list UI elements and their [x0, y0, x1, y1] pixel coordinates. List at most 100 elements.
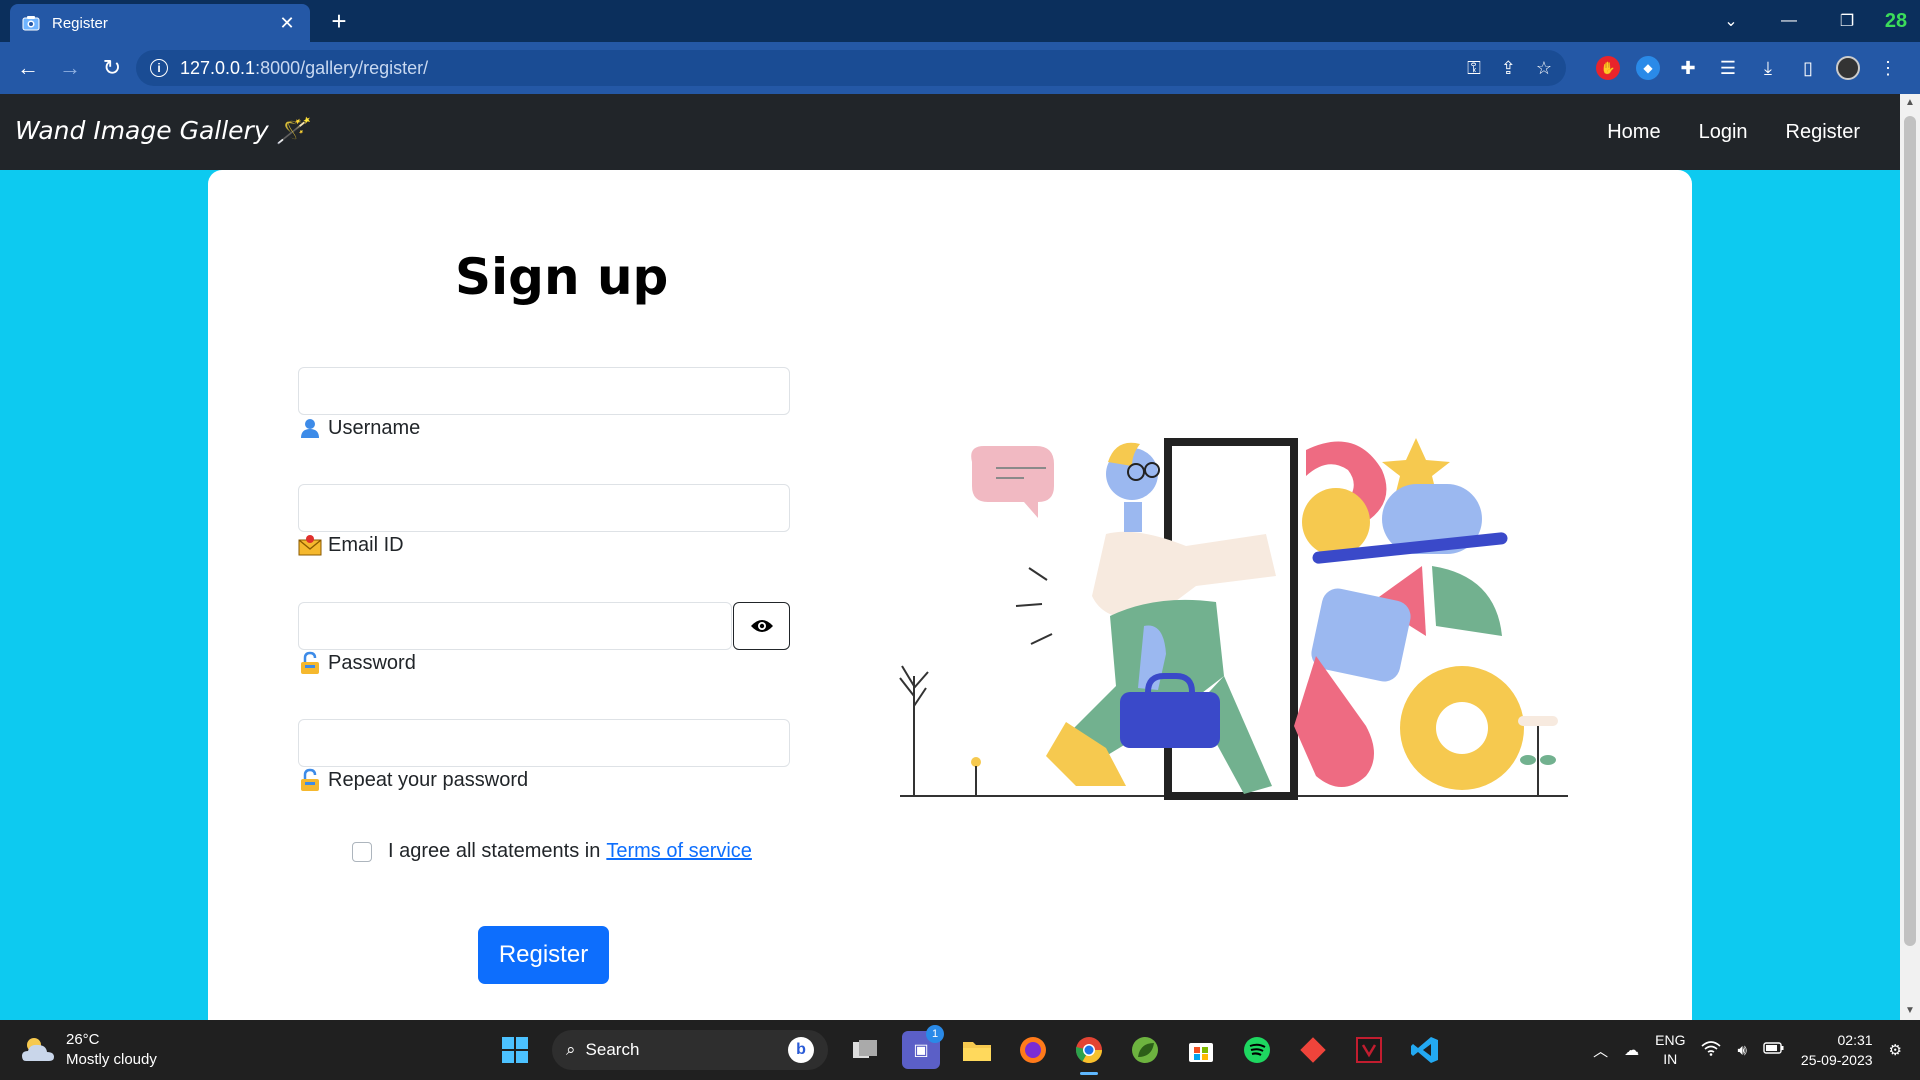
page-title: Sign up [455, 248, 669, 306]
notifications-icon[interactable]: ⚙ [1889, 1041, 1902, 1059]
camera-icon [22, 14, 40, 32]
taskbar-apps: ⌕ Search b ▣ 1 [496, 1025, 1444, 1075]
forward-icon[interactable]: → [50, 48, 90, 88]
weather-description: Mostly cloudy [66, 1051, 157, 1068]
page-scrollbar[interactable]: ▲ ▼ [1900, 94, 1920, 1020]
key-icon[interactable]: ⚿ [1467, 58, 1481, 79]
nav-link-home[interactable]: Home [1607, 121, 1660, 144]
scroll-thumb[interactable] [1904, 116, 1916, 946]
signup-illustration [899, 438, 1568, 800]
windows-start-icon[interactable] [496, 1031, 534, 1069]
tab-close-icon[interactable]: ✕ [276, 13, 298, 34]
envelope-icon [298, 533, 322, 557]
onedrive-cloud-icon[interactable]: ☁ [1624, 1041, 1639, 1059]
agree-text: I agree all statements in [388, 840, 601, 862]
email-label-text: Email ID [328, 533, 404, 556]
lock-icon [298, 768, 322, 792]
microsoft-store-icon[interactable] [1182, 1031, 1220, 1069]
language-region: IN [1663, 1051, 1678, 1067]
repeat-password-input[interactable] [298, 719, 790, 767]
nav-links: Home Login Register [1607, 94, 1860, 170]
side-panel-icon[interactable]: ▯ [1796, 56, 1820, 80]
battery-icon[interactable] [1763, 1041, 1785, 1059]
bookmark-star-icon[interactable]: ☆ [1536, 58, 1552, 79]
system-tray: ︿ ☁ ENG IN 🔊︎ 02:31 25-09-2023 ⚙ [1593, 1028, 1902, 1072]
eye-icon [750, 620, 773, 632]
terms-of-service-link[interactable]: Terms of service [606, 840, 752, 863]
spotify-icon[interactable] [1238, 1031, 1276, 1069]
email-label: Email ID [298, 533, 404, 557]
volume-icon[interactable]: 🔊︎ [1737, 1042, 1746, 1059]
window-badge: 28 [1884, 9, 1908, 32]
username-label-text: Username [328, 416, 421, 439]
register-button[interactable]: Register [478, 926, 609, 984]
password-input[interactable] [298, 602, 732, 650]
search-placeholder: Search [585, 1040, 640, 1059]
share-icon[interactable]: ⇪ [1501, 58, 1516, 79]
url-host: 127.0.0.1 [180, 57, 256, 78]
task-view-icon[interactable] [846, 1031, 884, 1069]
weather-temp: 26°C [66, 1031, 100, 1048]
site-info-icon[interactable]: i [150, 59, 168, 77]
new-tab-button[interactable]: + [324, 6, 354, 36]
clock-date: 25-09-2023 [1800, 1052, 1873, 1068]
vim-app-icon[interactable] [1350, 1031, 1388, 1069]
file-explorer-icon[interactable] [958, 1031, 996, 1069]
system-clock[interactable]: 02:31 25-09-2023 [1801, 1030, 1873, 1070]
bing-icon[interactable]: b [788, 1037, 814, 1063]
anydesk-icon[interactable] [1294, 1031, 1332, 1069]
back-icon[interactable]: ← [8, 48, 48, 88]
menu-kebab-icon[interactable]: ⋮ [1876, 56, 1900, 80]
cloud-sun-icon [22, 1038, 54, 1061]
password-label-text: Password [328, 651, 416, 674]
search-icon: ⌕ [566, 1040, 576, 1059]
browser-toolbar: ← → ↻ i 127.0.0.1:8000/gallery/register/… [0, 42, 1920, 94]
scroll-up-arrow-icon[interactable]: ▲ [1900, 94, 1920, 112]
username-input[interactable] [298, 367, 790, 415]
chrome-icon[interactable] [1070, 1031, 1108, 1075]
extensions-area: ✋ ◆ ✚ ☰ ⤓ ▯ ⋮ [1596, 50, 1900, 86]
spring-tool-icon[interactable] [1126, 1031, 1164, 1069]
vscode-icon[interactable] [1406, 1031, 1444, 1069]
adblock-extension-icon[interactable]: ✋ [1596, 56, 1620, 80]
teams-chat-icon[interactable]: ▣ 1 [902, 1025, 944, 1069]
media-queue-icon[interactable]: ☰ [1716, 56, 1740, 80]
tab-search-icon[interactable]: ⌄ [1702, 11, 1760, 31]
tab-title: Register [52, 14, 108, 32]
restore-button[interactable]: ❐ [1818, 11, 1876, 31]
minimize-button[interactable]: — [1760, 12, 1818, 30]
nav-link-register[interactable]: Register [1786, 121, 1860, 144]
weather-widget[interactable]: 26°C Mostly cloudy [20, 1030, 157, 1070]
wifi-icon[interactable] [1701, 1040, 1721, 1060]
windows-taskbar: 26°C Mostly cloudy ⌕ Search b ▣ 1 ︿ ☁ EN… [0, 1020, 1920, 1080]
download-icon[interactable]: ⤓ [1756, 56, 1780, 80]
chat-badge: 1 [926, 1025, 944, 1043]
terms-checkbox[interactable] [352, 841, 372, 862]
user-icon [298, 416, 322, 440]
address-bar[interactable]: i 127.0.0.1:8000/gallery/register/ ⚿ ⇪ ☆ [136, 50, 1566, 86]
url-path: :8000/gallery/register/ [255, 57, 429, 78]
profile-avatar[interactable] [1836, 56, 1860, 80]
language-indicator[interactable]: ENG IN [1655, 1031, 1685, 1069]
password-label: Password [298, 651, 416, 675]
repeat-password-label-text: Repeat your password [328, 768, 529, 791]
puzzle-extensions-icon[interactable]: ✚ [1676, 56, 1700, 80]
clock-time: 02:31 [1837, 1032, 1873, 1048]
blue-extension-icon[interactable]: ◆ [1636, 56, 1660, 80]
reload-icon[interactable]: ↻ [92, 48, 132, 88]
browser-tab[interactable]: Register ✕ [10, 4, 310, 42]
taskbar-search[interactable]: ⌕ Search b [552, 1030, 828, 1070]
lock-icon [298, 651, 322, 675]
show-hidden-icons-icon[interactable]: ︿ [1593, 1040, 1608, 1061]
scroll-down-arrow-icon[interactable]: ▼ [1900, 1002, 1920, 1020]
username-label: Username [298, 416, 420, 440]
repeat-password-label: Repeat your password [298, 768, 528, 792]
terms-agreement: I agree all statements in Terms of servi… [352, 840, 752, 863]
toggle-password-visibility-button[interactable] [733, 602, 790, 650]
site-navbar: Wand Image Gallery 🪄 Home Login Register [0, 94, 1900, 170]
brand-logo[interactable]: Wand Image Gallery 🪄 [15, 116, 308, 146]
nav-link-login[interactable]: Login [1699, 121, 1748, 144]
browser-tab-strip: Register ✕ + ⌄ — ❐ 28 [0, 0, 1920, 42]
firefox-icon[interactable] [1014, 1031, 1052, 1069]
email-input[interactable] [298, 484, 790, 532]
